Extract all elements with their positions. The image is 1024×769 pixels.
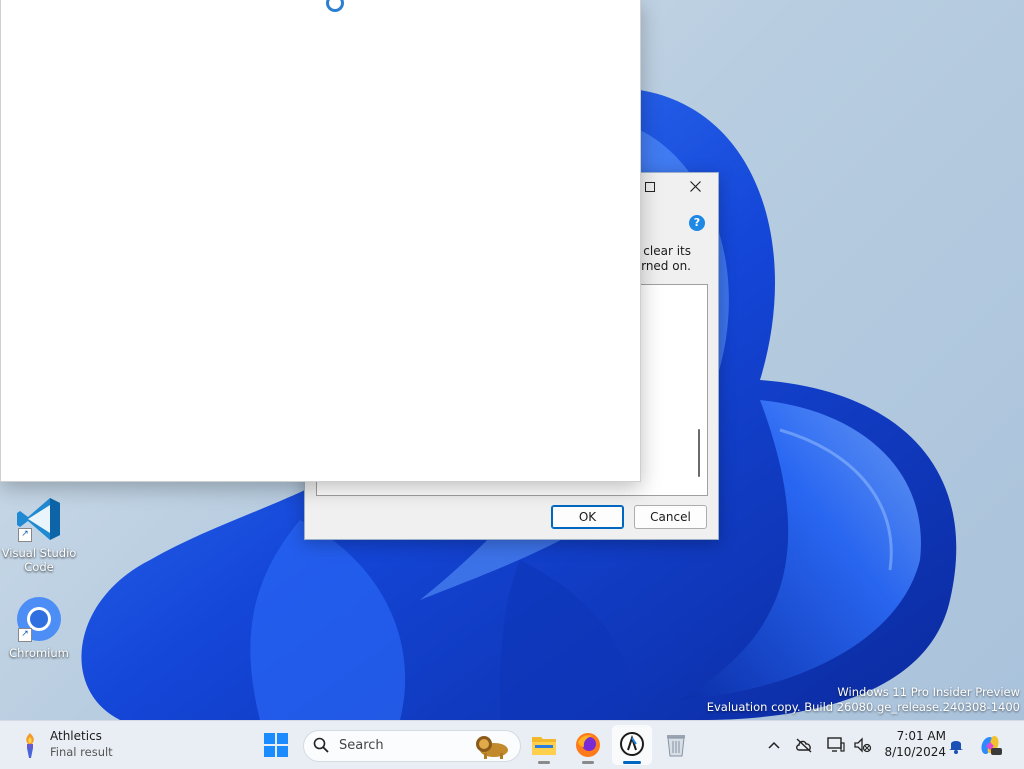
widgets-button[interactable]: Athletics Final result bbox=[18, 727, 138, 763]
search-label: Search bbox=[339, 738, 384, 753]
search-box[interactable]: Search bbox=[303, 730, 521, 762]
taskbar: Athletics Final result Search 7:01 AM 8/… bbox=[0, 720, 1024, 769]
system-tray: 7:01 AM 8/10/2024 bbox=[760, 721, 1024, 769]
widget-subtitle: Final result bbox=[50, 745, 113, 759]
maximize-icon bbox=[645, 182, 655, 192]
torch-icon bbox=[26, 733, 34, 758]
loading-spinner-icon bbox=[326, 0, 344, 12]
chevron-up-icon[interactable] bbox=[764, 735, 784, 755]
app-icon bbox=[620, 732, 644, 756]
search-highlight-lion-icon bbox=[476, 736, 508, 759]
active-indicator bbox=[623, 761, 641, 764]
widget-title: Athletics bbox=[50, 729, 102, 743]
search-icon bbox=[313, 737, 329, 753]
start-button[interactable] bbox=[256, 725, 296, 765]
desktop-icon-chromium[interactable]: ↗ Chromium bbox=[1, 594, 77, 660]
copilot-icon[interactable] bbox=[978, 733, 1002, 757]
volume-muted-icon[interactable] bbox=[852, 735, 872, 755]
desktop-icon-label: Chromium bbox=[9, 646, 69, 660]
evaluation-watermark: Windows 11 Pro Insider Preview Evaluatio… bbox=[707, 685, 1020, 715]
recycle-bin-app-button[interactable] bbox=[656, 725, 696, 765]
windows-logo-icon bbox=[264, 733, 288, 757]
firefox-button[interactable] bbox=[568, 725, 608, 765]
scrollbar-thumb[interactable] bbox=[698, 429, 700, 477]
clock-time: 7:01 AM bbox=[896, 729, 946, 743]
blank-app-window[interactable] bbox=[0, 0, 641, 482]
watermark-line: Evaluation copy. Build 26080.ge_release.… bbox=[706, 700, 1020, 714]
file-explorer-button[interactable] bbox=[524, 725, 564, 765]
watermark-line: Windows 11 Pro Insider Preview bbox=[837, 685, 1020, 699]
cancel-button[interactable]: Cancel bbox=[634, 505, 707, 529]
recycle-bin-icon bbox=[667, 735, 685, 757]
network-monitor-icon[interactable] bbox=[826, 735, 846, 755]
active-app-button[interactable] bbox=[612, 725, 652, 765]
folder-icon bbox=[532, 737, 556, 755]
vscode-icon: ↗ bbox=[14, 494, 64, 544]
close-button[interactable] bbox=[672, 173, 718, 201]
clock-date: 8/10/2024 bbox=[884, 745, 946, 759]
help-icon[interactable]: ? bbox=[689, 215, 705, 231]
desktop-icon-vscode[interactable]: ↗ Visual Studio Code bbox=[1, 494, 77, 574]
ok-button[interactable]: OK bbox=[551, 505, 624, 529]
firefox-icon bbox=[576, 733, 600, 757]
running-indicator bbox=[582, 761, 594, 764]
cloud-off-icon[interactable] bbox=[794, 735, 814, 755]
close-icon bbox=[689, 181, 701, 192]
chromium-icon: ↗ bbox=[14, 594, 64, 644]
clock[interactable]: 7:01 AM 8/10/2024 bbox=[876, 728, 946, 760]
running-indicator bbox=[538, 761, 550, 764]
desktop-icon-label: Visual Studio Code bbox=[1, 546, 77, 574]
notification-bell-icon[interactable] bbox=[946, 735, 966, 755]
